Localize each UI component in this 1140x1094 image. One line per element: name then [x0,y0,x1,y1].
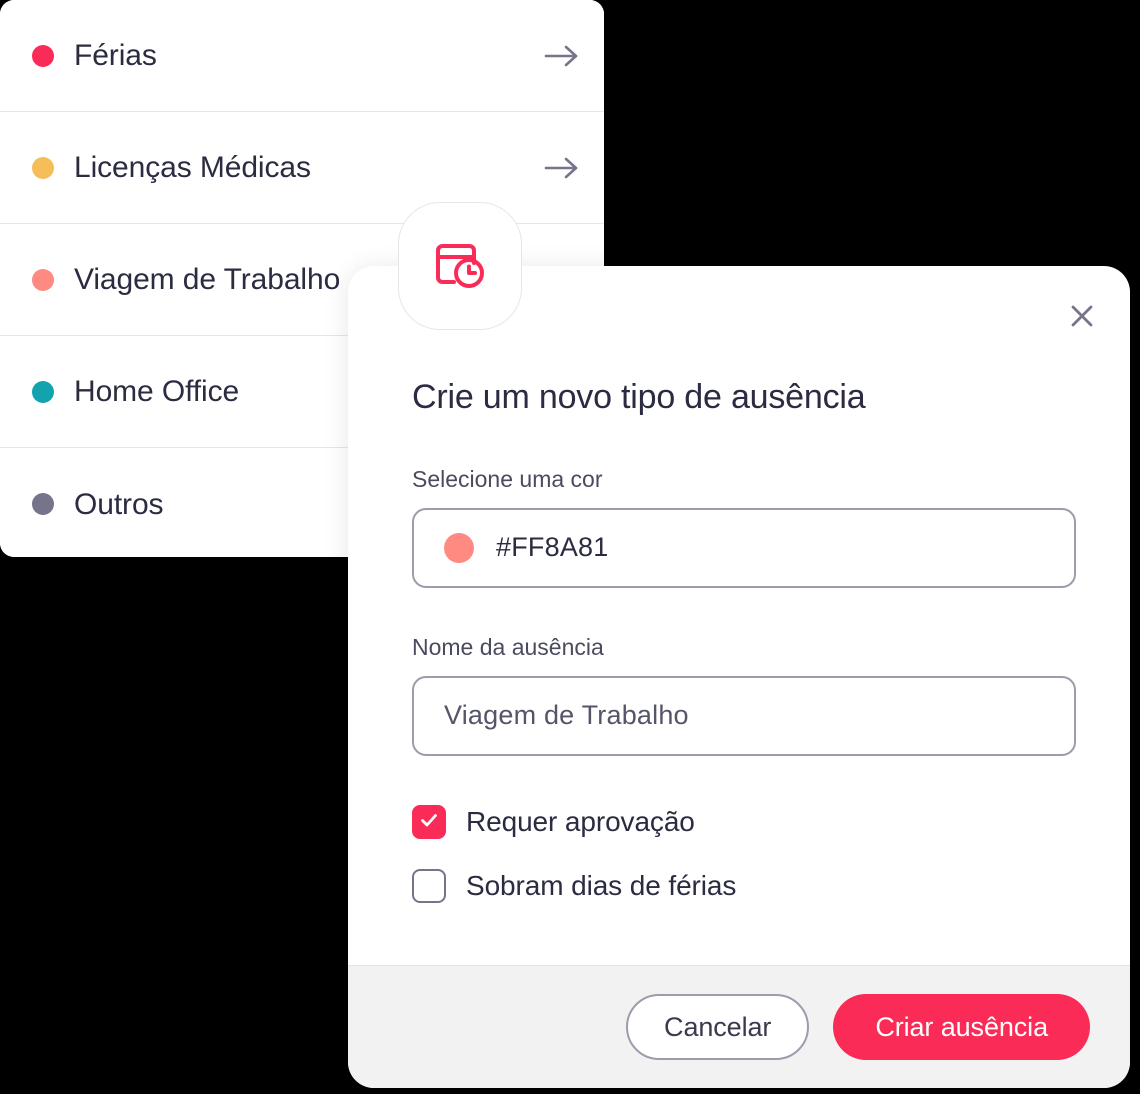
color-dot [32,493,54,515]
color-value: #FF8A81 [496,532,608,563]
create-absence-modal: Crie um novo tipo de ausência Selecione … [348,266,1130,1088]
close-icon [1066,300,1098,337]
checkbox-label: Sobram dias de férias [466,870,736,902]
modal-body: Crie um novo tipo de ausência Selecione … [348,266,1130,965]
color-dot [32,157,54,179]
color-dot [32,45,54,67]
checkbox-requires-approval[interactable] [412,805,446,839]
list-item[interactable]: Licenças Médicas [0,112,604,224]
checkbox-row-requires-approval[interactable]: Requer aprovação [412,796,1012,848]
name-field-label: Nome da ausência [412,634,1076,662]
checkbox-row-deducts-vacation[interactable]: Sobram dias de férias [412,860,1012,912]
checkbox-label: Requer aprovação [466,806,695,838]
checkmark-icon [418,809,440,836]
color-dot [32,381,54,403]
calendar-clock-icon [429,233,491,300]
list-item-label: Férias [74,39,157,72]
list-item-label: Outros [74,488,163,521]
close-button[interactable] [1060,296,1104,340]
list-item-label: Viagem de Trabalho [74,263,340,296]
cancel-button[interactable]: Cancelar [626,994,809,1060]
page-title: Crie um novo tipo de ausência [412,378,865,417]
arrow-right-icon[interactable] [544,43,580,69]
list-item-label: Home Office [74,375,239,408]
modal-footer: Cancelar Criar ausência [348,965,1130,1088]
absence-type-badge [398,202,522,330]
checkbox-deducts-vacation[interactable] [412,869,446,903]
name-input[interactable]: Viagem de Trabalho [444,700,689,731]
list-item-label: Licenças Médicas [74,151,311,184]
name-field-group: Nome da ausência Viagem de Trabalho [412,634,1076,756]
color-field-label: Selecione uma cor [412,466,1076,494]
arrow-right-icon[interactable] [544,155,580,181]
color-field-group: Selecione uma cor #FF8A81 [412,466,1076,588]
list-item[interactable]: Férias [0,0,604,112]
color-swatch [444,533,474,563]
color-input[interactable]: #FF8A81 [412,508,1076,588]
options-group: Requer aprovação Sobram dias de férias [412,796,1012,924]
screenshot-stage: Férias Licenças Médicas Viagem de Trabal… [0,0,1140,1094]
name-input-box[interactable]: Viagem de Trabalho [412,676,1076,756]
color-dot [32,269,54,291]
create-absence-button[interactable]: Criar ausência [833,994,1090,1060]
